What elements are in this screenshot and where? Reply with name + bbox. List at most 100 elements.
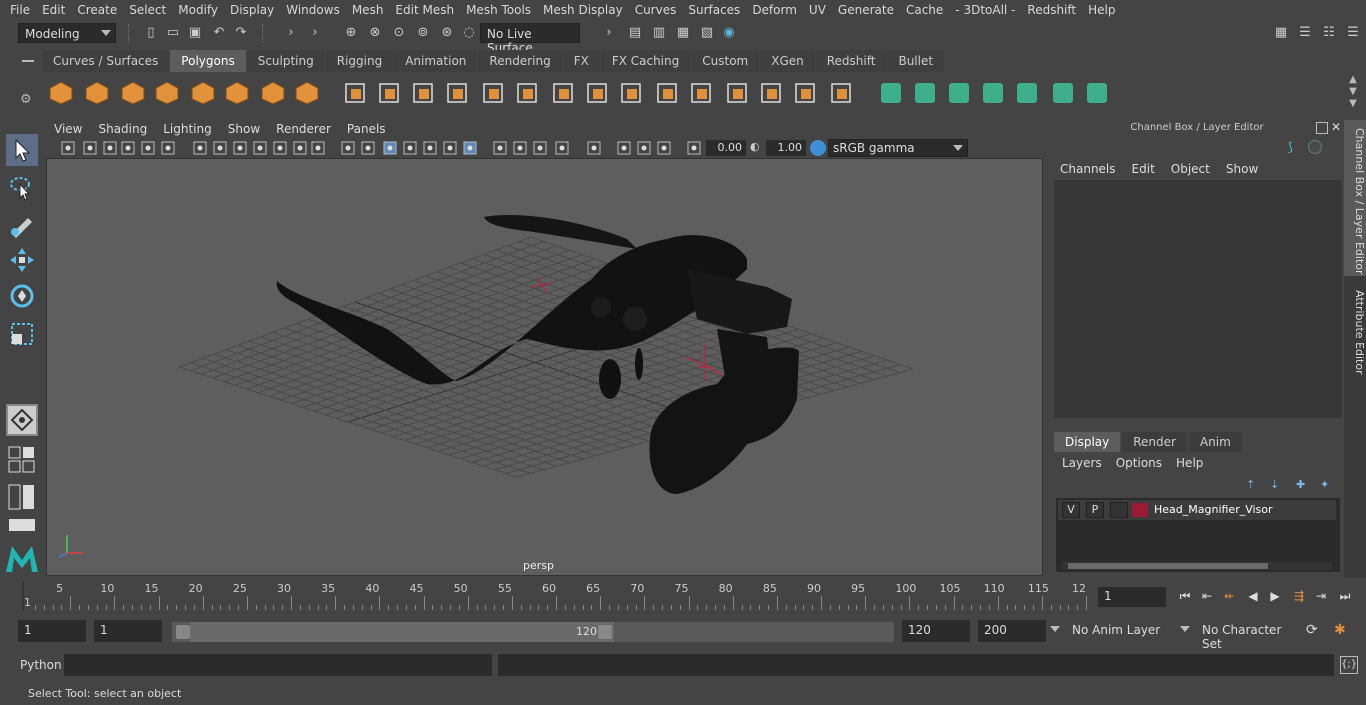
menu-item-14[interactable]: UV — [803, 3, 832, 17]
viewport-persp[interactable]: persp — [46, 158, 1043, 576]
shadows-icon[interactable] — [402, 140, 418, 156]
layer-playback-toggle[interactable]: P — [1086, 502, 1104, 518]
cylindrical-map-icon[interactable] — [946, 80, 972, 106]
open-scene-icon[interactable]: ▭ — [164, 24, 182, 42]
channel-menu-channels[interactable]: Channels — [1060, 162, 1116, 176]
anim-layer-dropdown[interactable]: No Anim Layer — [1066, 620, 1172, 642]
hud-icon[interactable] — [656, 140, 672, 156]
layer-menu-help[interactable]: Help — [1176, 456, 1203, 470]
menu-item-6[interactable]: Windows — [280, 3, 346, 17]
character-set-dropdown[interactable]: No Character Set — [1196, 620, 1298, 651]
range-slider[interactable]: 1 120 — [172, 622, 894, 642]
poly-plane-icon[interactable] — [190, 80, 216, 106]
poly-pyramid-icon[interactable] — [260, 80, 286, 106]
grid-icon[interactable] — [192, 140, 208, 156]
target-weld-icon[interactable] — [584, 80, 610, 106]
shelf-tab-1[interactable]: Polygons — [170, 50, 246, 72]
layout-four-pane-icon[interactable] — [8, 446, 36, 474]
layer-scrollbar-thumb[interactable] — [1068, 563, 1268, 569]
poly-torus-icon[interactable] — [224, 80, 250, 106]
select-tool-icon[interactable] — [6, 134, 38, 166]
color-management-icon[interactable] — [810, 140, 826, 156]
new-scene-icon[interactable]: ▯ — [142, 24, 160, 42]
redo-icon[interactable]: ↷ — [232, 24, 250, 42]
menu-item-17[interactable]: - 3DtoAll - — [949, 3, 1021, 17]
isolate-icon[interactable] — [512, 140, 528, 156]
shelf-tab-3[interactable]: Rigging — [325, 50, 394, 72]
command-input[interactable] — [64, 654, 492, 676]
auto-key-icon[interactable]: ⟳ — [1306, 622, 1324, 640]
tab-attribute-editor[interactable]: Attribute Editor — [1344, 282, 1366, 392]
resolution-gate-icon[interactable] — [232, 140, 248, 156]
mirror-icon[interactable] — [828, 80, 854, 106]
collapse-arrow-icon[interactable]: › — [306, 24, 324, 42]
offset-edge-loop-icon[interactable] — [654, 80, 680, 106]
workspace-icon[interactable]: ▦ — [1272, 24, 1290, 42]
command-language-label[interactable]: Python — [20, 658, 62, 672]
spherical-map-icon[interactable] — [980, 80, 1006, 106]
current-frame-field[interactable]: 1 — [1098, 587, 1166, 607]
shelf-tab-8[interactable]: Custom — [691, 50, 760, 72]
anim-preferences-icon[interactable]: ✱ — [1334, 622, 1356, 640]
tool-settings-toggle-icon[interactable]: ☰ — [1344, 24, 1362, 42]
panel-menu-show[interactable]: Show — [220, 122, 268, 136]
history-icon[interactable] — [792, 80, 818, 106]
menu-item-2[interactable]: Create — [71, 3, 123, 17]
play-forwards-icon[interactable]: ▶ — [1266, 589, 1284, 605]
range-start-handle[interactable] — [176, 625, 190, 639]
layer-menu-options[interactable]: Options — [1116, 456, 1162, 470]
close-icon[interactable]: ✕ — [1331, 120, 1343, 134]
poly-sphere-icon[interactable] — [48, 80, 74, 106]
layer-tab-anim[interactable]: Anim — [1188, 432, 1242, 452]
smooth-shade-icon[interactable] — [360, 140, 376, 156]
safe-title-icon[interactable] — [310, 140, 326, 156]
multisample-icon[interactable] — [586, 140, 602, 156]
2d-pan-icon[interactable] — [140, 140, 156, 156]
extrude-icon[interactable] — [480, 80, 506, 106]
panel-menu-shading[interactable]: Shading — [90, 122, 155, 136]
render-settings-icon[interactable]: ▧ — [698, 24, 716, 42]
play-backwards-icon[interactable]: ◀ — [1244, 589, 1262, 605]
uv-checker-icon[interactable] — [1050, 80, 1076, 106]
gear-icon[interactable]: ⚙ — [20, 92, 36, 108]
fill-hole-icon[interactable] — [688, 80, 714, 106]
layout-outliner-icon[interactable] — [8, 484, 36, 510]
shelf-tab-11[interactable]: Bullet — [887, 50, 945, 72]
menu-item-5[interactable]: Display — [224, 3, 280, 17]
depth-of-field-icon[interactable] — [616, 140, 632, 156]
gate-mask-icon[interactable] — [252, 140, 268, 156]
safe-action-icon[interactable] — [292, 140, 308, 156]
live-surface-field[interactable]: No Live Surface — [480, 23, 580, 55]
render-view-icon[interactable]: ▤ — [626, 24, 644, 42]
layer-visibility-toggle[interactable]: V — [1062, 502, 1080, 518]
undo-icon[interactable]: ↶ — [210, 24, 228, 42]
render-frame-icon[interactable]: ▥ — [650, 24, 668, 42]
bookmark-icon[interactable] — [102, 140, 118, 156]
soft-select-icon[interactable] — [6, 404, 38, 436]
camera-attributes-icon[interactable] — [82, 140, 98, 156]
menu-item-13[interactable]: Deform — [746, 3, 803, 17]
uv-editor-icon[interactable] — [878, 80, 904, 106]
menu-item-15[interactable]: Generate — [832, 3, 900, 17]
menu-item-1[interactable]: Edit — [36, 3, 71, 17]
collapse-arrow-icon[interactable]: › — [600, 24, 618, 42]
move-tool-icon[interactable] — [6, 244, 38, 276]
range-end-handle[interactable] — [598, 625, 612, 639]
snap-point-icon[interactable]: ⊙ — [390, 24, 408, 42]
freeze-transform-icon[interactable] — [758, 80, 784, 106]
snap-surface-icon[interactable]: ⊛ — [438, 24, 456, 42]
planar-map-icon[interactable] — [912, 80, 938, 106]
chevron-down-icon[interactable] — [1050, 626, 1060, 632]
menu-item-18[interactable]: Redshift — [1021, 3, 1082, 17]
channel-box-area[interactable] — [1054, 180, 1342, 418]
hypershade-icon[interactable]: ◉ — [720, 24, 738, 42]
snap-grid-icon[interactable]: ⊕ — [342, 24, 360, 42]
shelf-tab-2[interactable]: Sculpting — [246, 50, 325, 72]
menu-item-9[interactable]: Mesh Tools — [460, 3, 537, 17]
layer-row[interactable]: V P Head_Magnifier_Visor — [1058, 500, 1336, 520]
shelf-tab-10[interactable]: Redshift — [815, 50, 887, 72]
uv-layout-icon[interactable] — [1084, 80, 1110, 106]
menu-item-11[interactable]: Curves — [629, 3, 683, 17]
poly-cube-icon[interactable] — [84, 80, 110, 106]
script-editor-icon[interactable]: {;} — [1340, 656, 1358, 674]
